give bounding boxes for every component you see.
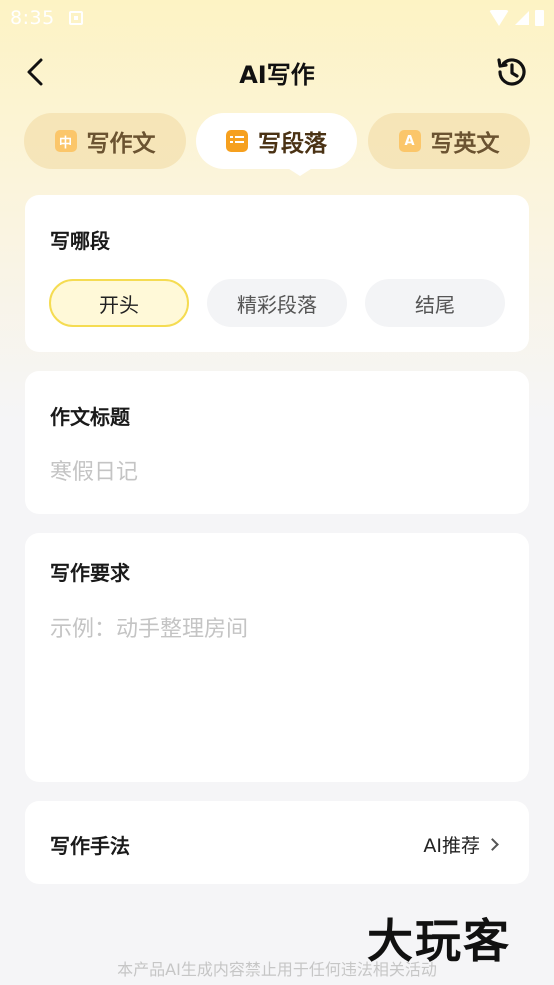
watermark-logo: 大玩客 [367, 914, 511, 968]
wifi-icon [489, 10, 509, 26]
list-icon [226, 130, 248, 152]
status-right [489, 10, 544, 26]
tab-write-english[interactable]: A 写英文 [368, 113, 530, 169]
chinese-icon: 中 [54, 130, 77, 152]
tab-write-essay[interactable]: 中 写作文 [24, 113, 186, 169]
chevron-left-icon [27, 58, 43, 86]
active-tab-pointer [286, 167, 314, 176]
battery-icon [535, 10, 544, 26]
nav-bar: AI写作 [0, 44, 554, 100]
status-bar: 8:35 [0, 0, 554, 36]
method-value: AI推荐 [423, 831, 499, 858]
requirement-input[interactable] [50, 611, 505, 761]
section-title: 写哪段 [50, 229, 110, 253]
back-button[interactable] [20, 56, 50, 88]
mode-tabs: 中 写作文 写段落 A 写英文 [24, 113, 530, 176]
requirement-label: 写作要求 [50, 561, 130, 585]
method-label: 写作手法 [50, 834, 130, 858]
option-opening[interactable]: 开头 [49, 279, 189, 327]
signal-icon [515, 11, 529, 25]
history-button[interactable] [494, 54, 530, 90]
section-card: 写哪段 开头 精彩段落 结尾 [25, 195, 529, 352]
page-title: AI写作 [239, 60, 315, 89]
requirement-card: 写作要求 [25, 533, 529, 782]
chevron-right-icon [486, 838, 499, 851]
writing-method-row[interactable]: 写作手法 AI推荐 [25, 801, 529, 884]
tab-label: 写段落 [258, 131, 327, 157]
status-time: 8:35 [10, 7, 55, 29]
tab-write-paragraph[interactable]: 写段落 [196, 113, 357, 169]
english-icon: A [398, 130, 421, 152]
method-value-text: AI推荐 [423, 835, 480, 857]
tab-label: 写英文 [430, 131, 500, 157]
title-label: 作文标题 [50, 405, 130, 429]
history-icon [497, 58, 526, 86]
title-card: 作文标题 [25, 371, 529, 514]
option-ending[interactable]: 结尾 [365, 279, 505, 327]
status-left: 8:35 [10, 7, 83, 29]
option-highlight-paragraph[interactable]: 精彩段落 [207, 279, 347, 327]
essay-title-input[interactable] [50, 455, 505, 489]
notification-icon [68, 11, 83, 25]
tab-label: 写作文 [86, 131, 156, 157]
